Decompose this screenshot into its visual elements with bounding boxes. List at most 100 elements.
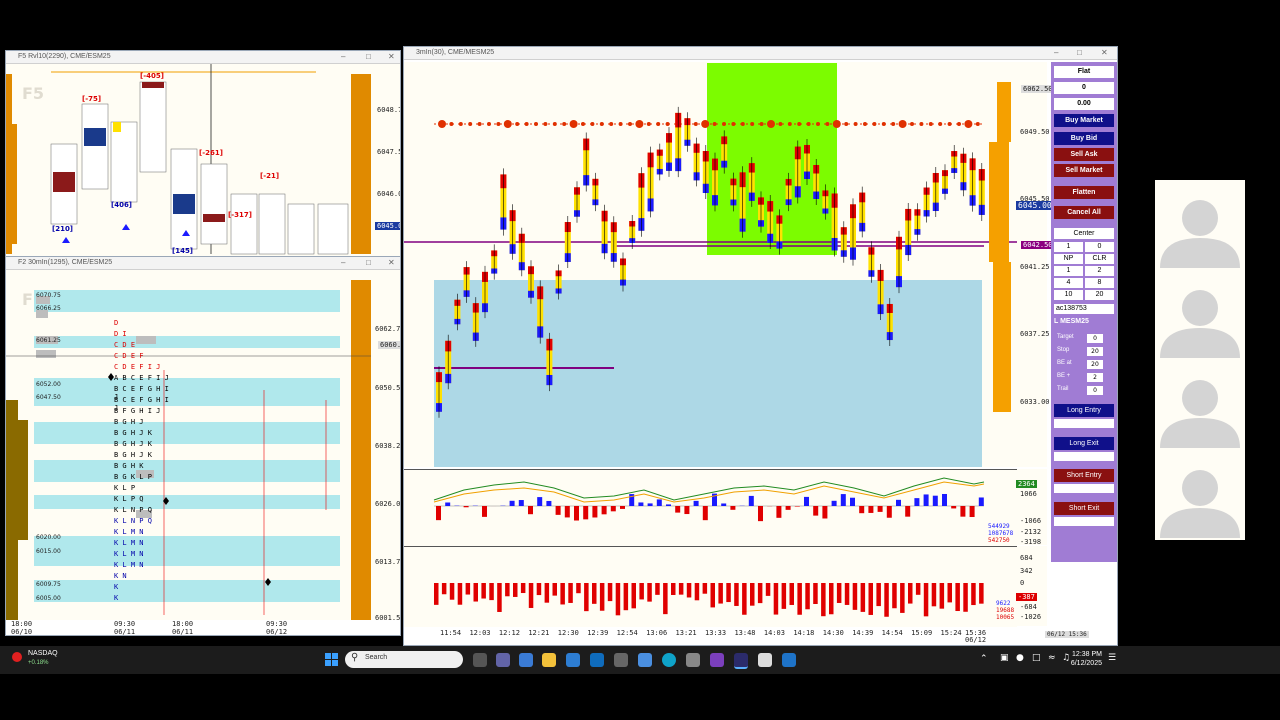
app-icon[interactable] — [686, 653, 700, 667]
minimize-icon[interactable]: – — [341, 257, 345, 269]
long-exit-dropdown[interactable] — [1054, 452, 1114, 461]
maximize-icon[interactable]: □ — [1077, 47, 1082, 59]
annotation-6: [-317] — [228, 211, 252, 219]
indicator-bar — [850, 497, 855, 506]
qty-cell[interactable]: 20 — [1085, 290, 1114, 300]
qty-cell[interactable]: 2 — [1085, 266, 1114, 276]
buy-bid-button[interactable]: Buy Bid — [1054, 132, 1114, 145]
notification-icon[interactable]: ☰ — [1108, 653, 1116, 663]
y-tick: 6038.25 — [375, 442, 401, 450]
tpo-price-badge: 6060.25 — [378, 341, 400, 349]
f5-window-titlebar[interactable]: F5 Rvl10(2290), CME/ESM25 – □ ✕ — [6, 51, 400, 64]
remote-app-icon[interactable] — [782, 653, 796, 667]
center-button[interactable]: Center — [1054, 228, 1114, 239]
phone-link-icon[interactable] — [638, 653, 652, 667]
indicator-bar — [876, 583, 881, 607]
setting-input[interactable]: 0 — [1087, 334, 1103, 343]
long-entry-button[interactable]: Long Entry — [1054, 404, 1114, 417]
price-level: 6061.25 — [36, 337, 61, 344]
indicator1-panel[interactable] — [404, 469, 1017, 546]
task-view-icon[interactable] — [473, 653, 487, 667]
short-entry-button[interactable]: Short Entry — [1054, 469, 1114, 482]
y-tick: -3198 — [1020, 538, 1042, 546]
clock[interactable]: 12:38 PM 6/12/2025 — [1062, 650, 1102, 668]
f2-window-titlebar[interactable]: F2 30mIn(1295), CME/ESM25 – □ ✕ — [6, 257, 400, 270]
x-tick: 09:30 06/11 — [114, 620, 136, 636]
qty-cell[interactable]: 1 — [1054, 266, 1083, 276]
x-tick: 13:48 — [734, 629, 756, 637]
long-exit-button[interactable]: Long Exit — [1054, 437, 1114, 450]
indicator-bar — [639, 583, 644, 600]
maximize-icon[interactable]: □ — [366, 51, 371, 63]
tray-chevron-icon[interactable]: ⌃ — [980, 654, 988, 664]
value-label: 19688 — [996, 607, 1015, 614]
file-explorer-icon[interactable] — [542, 653, 556, 667]
stock-widget[interactable]: NASDAQ +0.18% — [12, 650, 72, 670]
buy-market-button[interactable]: Buy Market — [1054, 114, 1114, 127]
qty-cell[interactable]: CLR — [1085, 254, 1114, 264]
level-dot — [957, 122, 961, 126]
qty-cell[interactable]: 1 — [1054, 242, 1083, 252]
display-icon[interactable]: □ — [1032, 653, 1041, 663]
f5-chart-area[interactable]: F5 [-405] [-75] [406] [-261] [-21] [-317… — [6, 64, 371, 256]
indicator-bar — [813, 506, 819, 516]
long-entry-dropdown[interactable] — [1054, 419, 1114, 428]
indicator-bar — [544, 583, 550, 603]
store-icon[interactable] — [566, 653, 580, 667]
windows-start-icon[interactable] — [325, 653, 338, 666]
y-tick: 6062.75 — [375, 325, 401, 333]
setting-input[interactable]: 0 — [1087, 386, 1103, 395]
indicator-bar — [969, 506, 975, 518]
person-icon — [1160, 290, 1240, 358]
qty-cell[interactable]: 10 — [1054, 290, 1083, 300]
search-box[interactable]: ⚲ Search — [345, 651, 463, 668]
indicator2-svg — [434, 583, 984, 617]
close-icon[interactable]: ✕ — [1101, 47, 1108, 59]
tpo-chart-area[interactable]: F2 6070.75 6066.25 6061.25 6052.00 6047.… — [6, 270, 371, 620]
edge-icon[interactable] — [662, 653, 676, 667]
settings-icon[interactable] — [614, 653, 628, 667]
copilot-icon[interactable] — [519, 653, 533, 667]
teams-icon[interactable] — [496, 653, 510, 667]
level-dot — [609, 122, 614, 126]
minimize-icon[interactable]: – — [1054, 47, 1058, 59]
main-price-chart[interactable] — [404, 62, 1017, 467]
setting-input[interactable]: 2 — [1087, 373, 1103, 382]
qty-cell[interactable]: NP — [1054, 254, 1083, 264]
outlook-icon[interactable] — [590, 653, 604, 667]
short-exit-button[interactable]: Short Exit — [1054, 502, 1114, 515]
minimize-icon[interactable]: – — [341, 51, 345, 63]
x-tick: 13:33 — [705, 629, 727, 637]
main-window-titlebar[interactable]: 3mIn(30), CME/MESM25 – □ ✕ — [404, 47, 1117, 60]
sell-market-button[interactable]: Sell Market — [1054, 164, 1114, 177]
visual-studio-icon[interactable] — [710, 653, 724, 667]
indicator-bar — [805, 583, 810, 610]
microphone-icon[interactable]: ● — [1016, 653, 1024, 663]
price-level: 6020.00 — [36, 534, 61, 541]
wifi-icon[interactable]: ≈ — [1048, 653, 1056, 663]
qty-cell[interactable]: 4 — [1054, 278, 1083, 288]
close-icon[interactable]: ✕ — [388, 51, 395, 63]
level-dot — [503, 120, 512, 128]
network-icon[interactable]: ▣ — [1000, 653, 1009, 663]
qty-cell[interactable]: 0 — [1085, 242, 1114, 252]
indicator2-panel[interactable] — [404, 546, 1017, 627]
window-app-icon[interactable] — [758, 653, 772, 667]
window-title: 3mIn(30), CME/MESM25 — [416, 49, 495, 56]
flatten-button[interactable]: Flatten — [1054, 186, 1114, 199]
close-icon[interactable]: ✕ — [388, 257, 395, 269]
maximize-icon[interactable]: □ — [366, 257, 371, 269]
account-select[interactable]: ac138753 — [1054, 304, 1114, 314]
indicator-bar — [693, 500, 699, 506]
short-exit-dropdown[interactable] — [1054, 517, 1114, 526]
short-entry-dropdown[interactable] — [1054, 484, 1114, 493]
cancel-all-button[interactable]: Cancel All — [1054, 206, 1114, 219]
tpo-row: K N — [114, 572, 127, 580]
sell-ask-button[interactable]: Sell Ask — [1054, 148, 1114, 161]
y-tick: -2132 — [1020, 528, 1042, 536]
setting-input[interactable]: 20 — [1087, 360, 1103, 369]
level-dot — [693, 122, 698, 126]
setting-input[interactable]: 20 — [1087, 347, 1103, 356]
trading-app-icon[interactable] — [734, 653, 748, 669]
qty-cell[interactable]: 8 — [1085, 278, 1114, 288]
